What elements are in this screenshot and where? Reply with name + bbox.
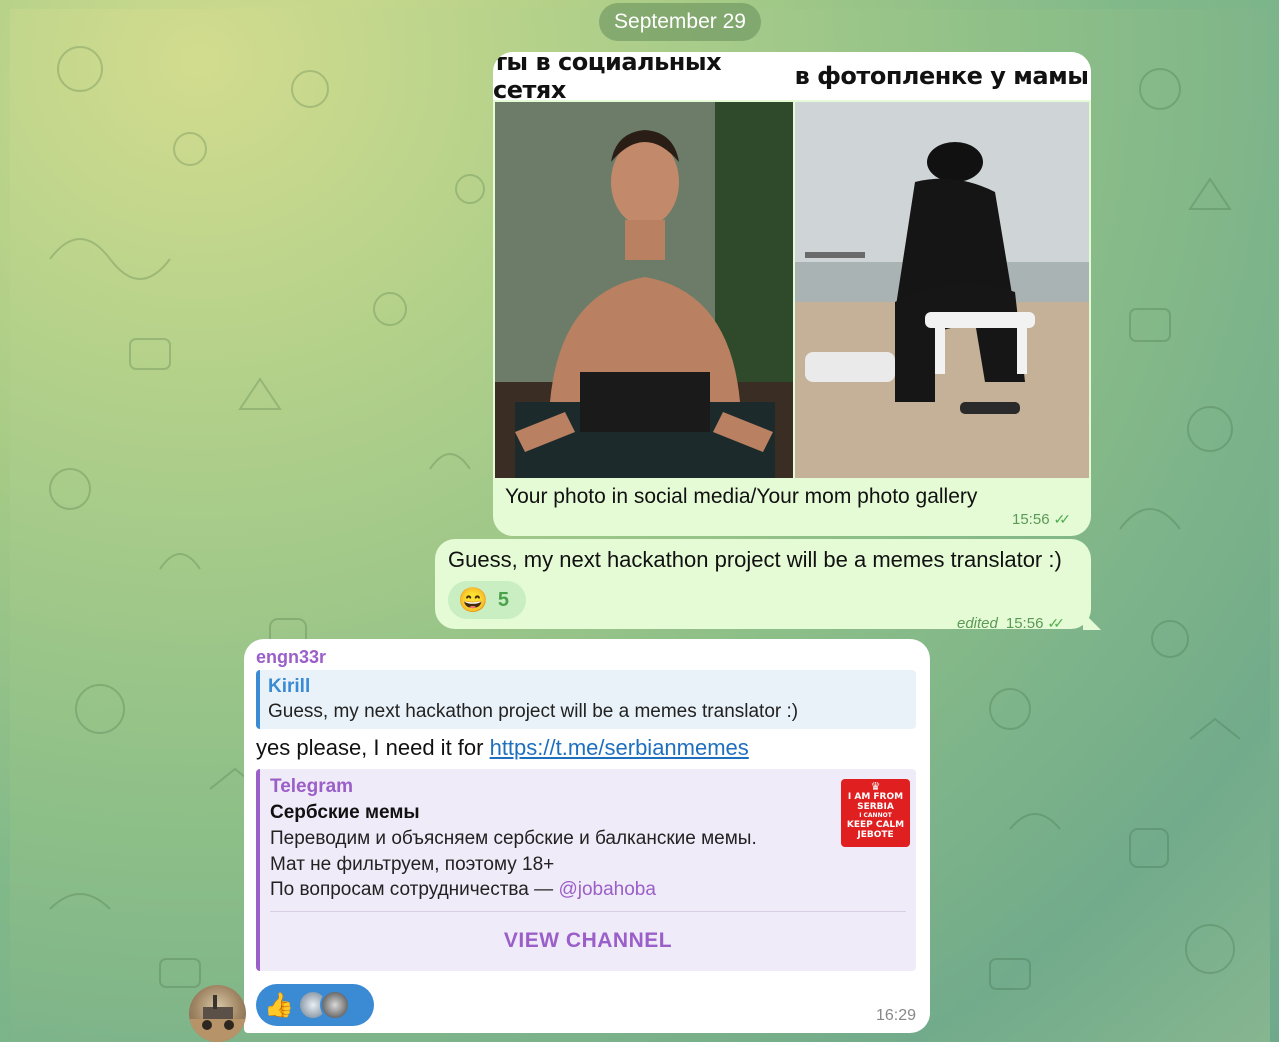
thumb-text: I AM FROM [847,792,904,802]
thumb-text: JEBOTE [857,830,894,840]
grinning-face-icon: 😄 [458,586,488,614]
date-separator: September 29 [599,3,761,41]
link-preview[interactable]: Telegram Сербские мемы Переводим и объяс… [256,769,916,971]
meme-left-caption: ты в социальных сетях [493,52,722,104]
double-check-icon: ✓✓ [1047,615,1065,631]
message-timestamp: 15:56 ✓✓ [1012,511,1072,528]
sender-avatar[interactable] [189,985,246,1042]
message-timestamp: edited 15:56 ✓✓ [957,615,1065,632]
thumbs-up-icon: 👍 [264,991,294,1019]
preview-title: Сербские мемы [270,802,420,823]
rover-avatar-image [189,995,246,1042]
sender-name[interactable]: engn33r [256,647,326,668]
reply-author: Kirill [268,676,311,697]
shirtless-man-illustration [495,102,793,478]
reaction-chip[interactable]: 👍 [256,984,374,1026]
meme-right-photo[interactable] [795,102,1089,478]
thumb-text: KEEP CALM [846,820,905,830]
channel-thumbnail[interactable]: ♛ I AM FROM SERBIA I CANNOT KEEP CALM JE… [841,779,910,847]
message-text: Guess, my next hackathon project will be… [448,547,1062,572]
timestamp-text: 15:56 [1005,615,1044,632]
reactor-avatar [319,990,350,1020]
message-text-prefix: yes please, I need it for [256,735,490,760]
photo-caption: Your photo in social media/Your mom phot… [505,485,978,508]
view-channel-button[interactable]: VIEW CHANNEL [260,921,916,961]
crown-icon: ♛ [870,780,881,793]
meme-header: ты в социальных сетях в фотопленке у мам… [493,52,1091,104]
meme-right-caption: в фотопленке у мамы [794,62,1089,90]
preview-line-prefix: По вопросам сотрудничества — [270,879,559,900]
thumb-text: SERBIA [857,802,894,812]
reaction-chip[interactable]: 😄 5 [448,581,526,619]
channel-link[interactable]: https://t.me/serbianmemes [490,735,749,760]
photo-message-bubble[interactable]: ты в социальных сетях в фотопленке у мам… [493,52,1091,536]
reply-quote[interactable]: Kirill Guess, my next hackathon project … [256,670,916,729]
double-check-icon: ✓✓ [1053,511,1072,527]
beach-man-illustration [795,102,1089,478]
text-message-bubble[interactable]: Guess, my next hackathon project will be… [435,539,1091,632]
incoming-message-bubble[interactable]: engn33r Kirill Guess, my next hackathon … [244,639,930,1033]
preview-divider [270,911,906,912]
thumb-text: I CANNOT [859,812,892,819]
edited-label: edited [957,615,998,632]
meme-left-photo[interactable] [495,102,793,478]
message-timestamp: 16:29 [875,1007,916,1024]
preview-description-line: По вопросам сотрудничества — @jobahoba [270,879,656,901]
timestamp-text: 15:56 [1012,511,1050,528]
reaction-count: 5 [497,588,510,611]
preview-description-line: Переводим и объясняем сербские и балканс… [270,828,757,849]
preview-description-line: Мат не фильтруем, поэтому 18+ [270,854,555,875]
reply-text: Guess, my next hackathon project will be… [268,701,799,722]
message-text: yes please, I need it for https://t.me/s… [256,735,749,761]
mention-link[interactable]: @jobahoba [558,879,655,900]
preview-site-name: Telegram [270,776,354,797]
bubble-tail [1083,612,1101,630]
